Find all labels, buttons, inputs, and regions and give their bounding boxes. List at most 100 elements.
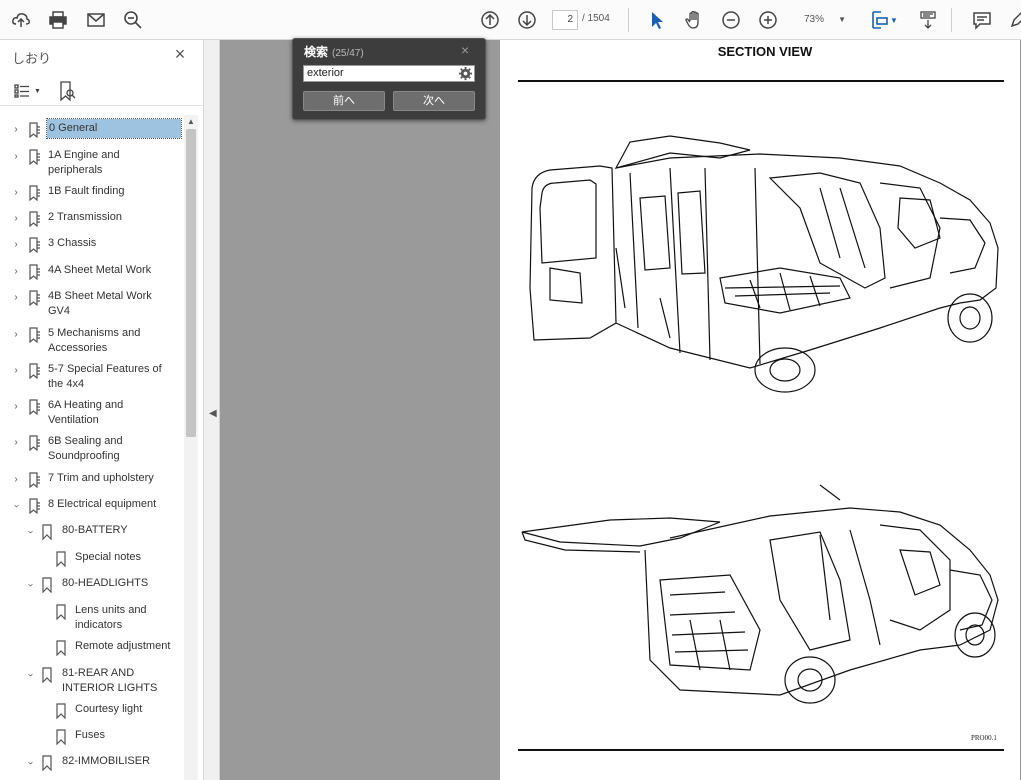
chevron-right-icon[interactable]: › [10, 292, 22, 304]
gear-icon[interactable] [458, 66, 473, 81]
find-title: 検索 (25/47) [304, 45, 364, 59]
bookmark-doc-icon [29, 185, 40, 201]
bookmark-item[interactable]: › 5 Mechanisms and Accessories [0, 326, 184, 358]
find-previous-button[interactable]: 前へ [303, 91, 385, 111]
page-total: / 1504 [582, 13, 610, 24]
page-number-input[interactable]: 2 [552, 10, 578, 30]
previous-page-icon[interactable] [478, 8, 502, 32]
fit-options-dropdown-icon[interactable]: ▼ [888, 8, 900, 32]
bookmark-item[interactable]: › 2 Transmission [0, 210, 184, 230]
bookmarks-panel: しおり × ▼ › 0 General › 1A Engine and peri… [0, 40, 204, 780]
bookmark-item[interactable]: Courtesy light [0, 702, 184, 722]
close-icon[interactable]: × [461, 42, 469, 58]
bookmark-doc-icon [29, 264, 40, 280]
bookmark-doc-icon [29, 327, 40, 343]
chevron-right-icon[interactable]: › [10, 266, 22, 278]
scroll-up-icon[interactable]: ▲ [184, 117, 198, 127]
bookmark-search-icon [60, 81, 76, 101]
bookmark-item[interactable]: › 1B Fault finding [0, 184, 184, 204]
bookmark-item[interactable]: › 7 Trim and upholstery [0, 471, 184, 491]
chevron-right-icon[interactable]: › [10, 124, 22, 136]
hand-tool-icon[interactable] [682, 8, 706, 32]
pdf-page: SECTION VIEW PRO00.1 [500, 40, 1020, 780]
bookmark-item[interactable]: › 81-REAR AND INTERIOR LIGHTS [0, 666, 184, 698]
mail-icon[interactable] [84, 8, 108, 32]
pen-icon[interactable] [1006, 8, 1021, 32]
bookmark-icon [56, 703, 66, 719]
panel-toolbar: ▼ [0, 76, 203, 106]
chevron-right-icon[interactable]: › [10, 329, 22, 341]
chevron-right-icon[interactable]: › [10, 239, 22, 251]
bookmark-doc-icon [29, 435, 40, 451]
bookmark-doc-icon [29, 237, 40, 253]
chevron-down-icon: ▼ [34, 87, 41, 95]
section-heading: SECTION VIEW [717, 44, 813, 59]
chevron-right-icon[interactable]: › [10, 151, 22, 163]
panel-splitter[interactable]: ◀ [204, 40, 220, 780]
chevron-down-icon[interactable]: › [24, 579, 36, 591]
chevron-right-icon[interactable]: › [10, 401, 22, 413]
van-section-view-illustration-top [529, 135, 999, 393]
bookmark-doc-icon [29, 498, 40, 514]
bookmark-item[interactable]: › 6A Heating and Ventilation [0, 398, 184, 430]
print-icon[interactable] [46, 8, 70, 32]
chevron-right-icon[interactable]: › [10, 437, 22, 449]
bookmark-icon [56, 640, 66, 656]
chevron-right-icon[interactable]: › [10, 213, 22, 225]
bookmark-item[interactable]: › 82-IMMOBILISER [0, 754, 184, 774]
bookmark-item[interactable]: Fuses [0, 728, 184, 748]
scrollbar-thumb[interactable] [186, 129, 196, 437]
toolbar-divider [628, 8, 629, 32]
scroll-mode-icon[interactable] [916, 8, 940, 32]
bookmark-doc-icon [29, 290, 40, 306]
find-input[interactable]: exterior [303, 65, 475, 82]
chevron-right-icon[interactable]: › [10, 187, 22, 199]
bookmark-icon [42, 667, 52, 683]
bookmark-item[interactable]: › 8 Electrical equipment [0, 497, 184, 517]
van-section-view-illustration-bottom [521, 484, 999, 704]
find-count: (25/47) [332, 48, 364, 59]
chevron-down-icon[interactable]: › [24, 757, 36, 769]
select-cursor-icon[interactable] [645, 8, 669, 32]
bookmark-icon [42, 577, 52, 593]
bookmark-item[interactable]: Lens units and indicators [0, 603, 184, 635]
chevron-down-icon[interactable]: › [24, 669, 36, 681]
chevron-right-icon[interactable]: › [10, 474, 22, 486]
collapse-panel-icon[interactable]: ◀ [209, 408, 217, 419]
bookmark-item[interactable]: › 4A Sheet Metal Work [0, 263, 184, 283]
bookmark-item[interactable]: › 80-BATTERY [0, 523, 184, 543]
zoom-in-icon[interactable] [756, 8, 780, 32]
bookmark-item[interactable]: › 3 Chassis [0, 236, 184, 256]
bookmark-icon [56, 551, 66, 567]
comment-icon[interactable] [970, 8, 994, 32]
close-icon[interactable]: × [172, 45, 188, 63]
bookmark-item[interactable]: › 5-7 Special Features of the 4x4 [0, 362, 184, 394]
zoom-out-icon[interactable] [719, 8, 743, 32]
chevron-down-icon: ▼ [838, 15, 846, 24]
bookmark-scrollbar[interactable]: ▲ [184, 115, 198, 780]
chevron-down-icon[interactable]: › [24, 526, 36, 538]
upload-cloud-icon[interactable] [9, 8, 33, 32]
zoom-select[interactable]: 73% ▼ [796, 10, 852, 30]
bookmark-item[interactable]: › 0 General [0, 118, 184, 141]
search-icon[interactable] [121, 8, 145, 32]
bookmark-icon [42, 524, 52, 540]
chevron-down-icon[interactable]: › [10, 500, 22, 512]
bookmark-item[interactable]: Special notes [0, 550, 184, 570]
bookmark-item[interactable]: Remote adjustment [0, 639, 184, 659]
bookmark-item[interactable]: › 6B Sealing and Soundproofing [0, 434, 184, 466]
bookmark-icon [56, 729, 66, 745]
next-page-icon[interactable] [515, 8, 539, 32]
bookmark-doc-icon [29, 363, 40, 379]
find-popup: 検索 (25/47) × exterior 前へ 次へ [292, 38, 486, 120]
bookmark-doc-icon [29, 149, 40, 165]
chevron-right-icon[interactable]: › [10, 365, 22, 377]
bookmark-item[interactable]: › 80-HEADLIGHTS [0, 576, 184, 596]
footer-rule [518, 749, 1004, 751]
document-viewport: SECTION VIEW PRO00.1 [220, 40, 1021, 780]
options-menu-button[interactable]: ▼ [14, 80, 41, 102]
bookmark-item[interactable]: › 1A Engine and peripherals [0, 148, 184, 180]
find-next-button[interactable]: 次へ [393, 91, 475, 111]
bookmark-search-button[interactable] [58, 80, 76, 102]
bookmark-item[interactable]: › 4B Sheet Metal Work GV4 [0, 289, 184, 321]
